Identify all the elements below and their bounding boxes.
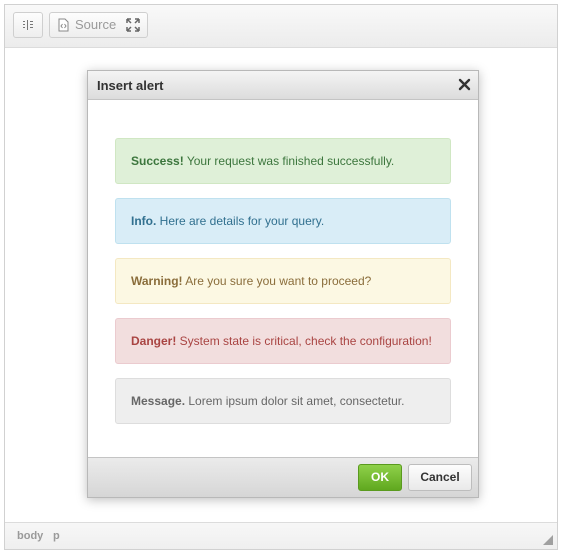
alert-label: Info.	[131, 214, 157, 228]
dialog-footer: OK Cancel	[88, 457, 478, 497]
close-icon[interactable]	[458, 78, 471, 91]
cancel-button[interactable]: Cancel	[408, 464, 472, 491]
alert-text: System state is critical, check the conf…	[176, 334, 432, 348]
alert-label: Warning!	[131, 274, 183, 288]
alert-text: Lorem ipsum dolor sit amet, consectetur.	[185, 394, 405, 408]
alert-text: Your request was finished successfully.	[183, 154, 395, 168]
show-blocks-icon	[23, 20, 33, 30]
source-code-icon	[58, 18, 69, 32]
alert-text: Are you sure you want to proceed?	[182, 274, 372, 288]
alert-label: Success!	[131, 154, 184, 168]
show-blocks-button[interactable]	[13, 12, 43, 38]
editor-statusbar: body p	[5, 522, 557, 549]
ok-button[interactable]: OK	[358, 464, 402, 491]
resize-handle-icon[interactable]	[543, 535, 553, 545]
dialog-body: Success! Your request was finished succe…	[88, 100, 478, 458]
alert-label: Danger!	[131, 334, 177, 348]
dialog-titlebar[interactable]: Insert alert	[88, 71, 478, 100]
path-element-body[interactable]: body	[17, 530, 43, 542]
alert-option-message[interactable]: Message. Lorem ipsum dolor sit amet, con…	[115, 378, 451, 424]
alert-text: Here are details for your query.	[156, 214, 325, 228]
alert-label: Message.	[131, 394, 186, 408]
alert-option-success[interactable]: Success! Your request was finished succe…	[115, 138, 451, 184]
editor-toolbar: Source	[5, 5, 557, 48]
alert-option-info[interactable]: Info. Here are details for your query.	[115, 198, 451, 244]
alert-option-warning[interactable]: Warning! Are you sure you want to procee…	[115, 258, 451, 304]
insert-alert-dialog: Insert alert Success! Your request was f…	[87, 70, 479, 498]
maximize-icon[interactable]	[126, 18, 140, 32]
dialog-title: Insert alert	[97, 78, 164, 93]
source-button[interactable]: Source	[49, 12, 148, 38]
alert-option-danger[interactable]: Danger! System state is critical, check …	[115, 318, 451, 364]
path-element-p[interactable]: p	[53, 530, 60, 542]
source-label: Source	[75, 17, 117, 32]
